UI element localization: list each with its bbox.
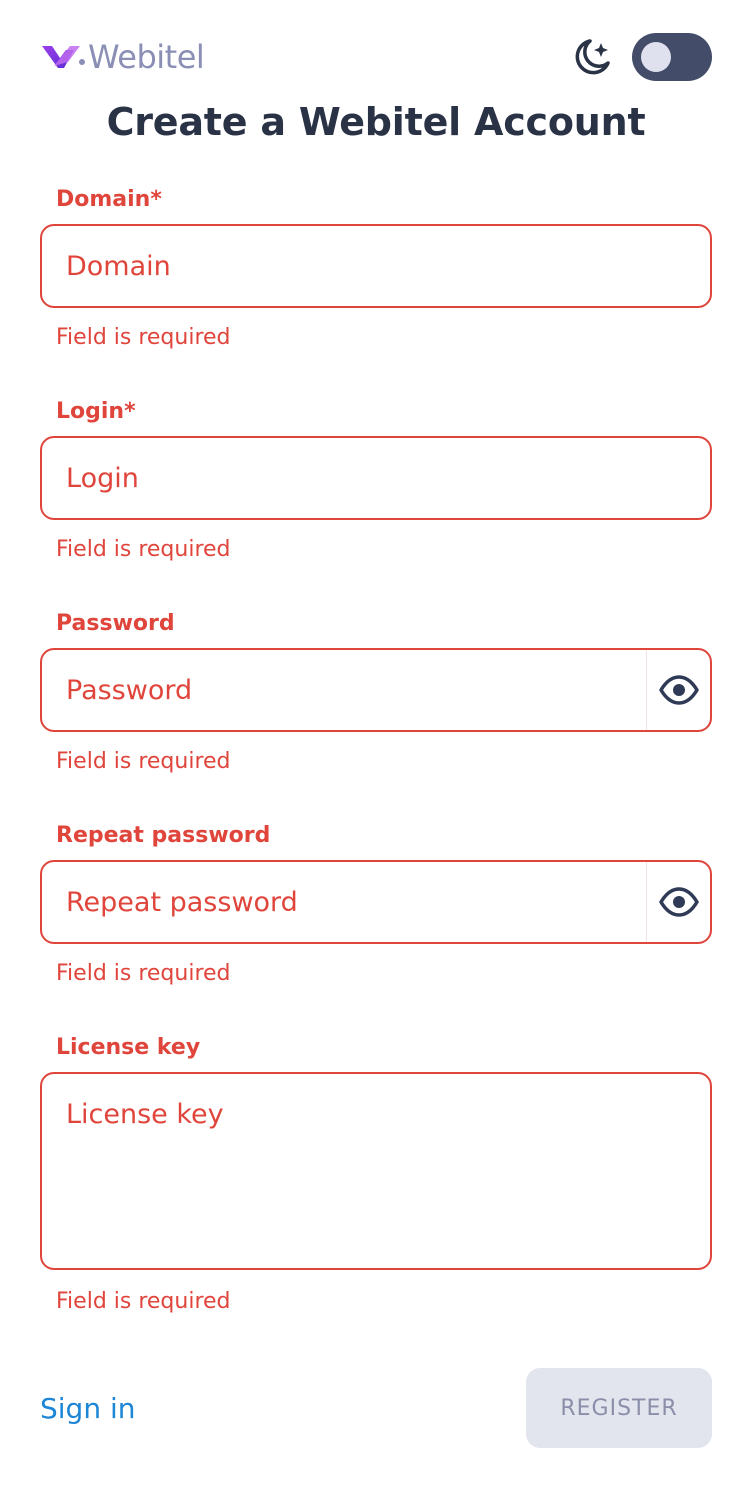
logo: Webitel [40, 38, 205, 76]
moon-stars-icon[interactable] [570, 35, 614, 79]
page-title: Create a Webitel Account [106, 100, 646, 144]
header-controls [570, 33, 712, 81]
repeat-password-label: Repeat password [56, 823, 271, 848]
login-input[interactable] [42, 462, 710, 494]
webitel-logo-icon [42, 46, 85, 68]
repeat-password-input-wrapper [40, 860, 712, 944]
show-repeat-password-button[interactable] [646, 862, 710, 942]
login-label: Login* [56, 399, 136, 424]
license-key-input-wrapper [40, 1072, 712, 1270]
domain-input[interactable] [42, 250, 710, 282]
license-key-error: Field is required [56, 1289, 231, 1314]
password-error: Field is required [56, 749, 231, 774]
domain-error: Field is required [56, 325, 231, 350]
repeat-password-error: Field is required [56, 961, 231, 986]
logo-text: Webitel [88, 38, 205, 76]
password-input-wrapper [40, 648, 712, 732]
login-input-wrapper [40, 436, 712, 520]
register-button[interactable]: REGISTER [526, 1368, 712, 1448]
repeat-password-input[interactable] [42, 886, 646, 918]
form-footer: Sign in REGISTER [40, 1368, 712, 1448]
toggle-knob [641, 42, 671, 72]
eye-icon [658, 887, 699, 917]
license-key-textarea[interactable] [42, 1074, 710, 1268]
domain-label: Domain* [56, 187, 162, 212]
password-input[interactable] [42, 674, 646, 706]
sign-in-link[interactable]: Sign in [40, 1392, 136, 1425]
login-error: Field is required [56, 537, 231, 562]
domain-input-wrapper [40, 224, 712, 308]
password-label: Password [56, 611, 175, 636]
show-password-button[interactable] [646, 650, 710, 730]
license-key-label: License key [56, 1035, 201, 1060]
eye-icon [658, 675, 699, 705]
theme-toggle[interactable] [632, 33, 712, 81]
header: Webitel [40, 30, 712, 84]
